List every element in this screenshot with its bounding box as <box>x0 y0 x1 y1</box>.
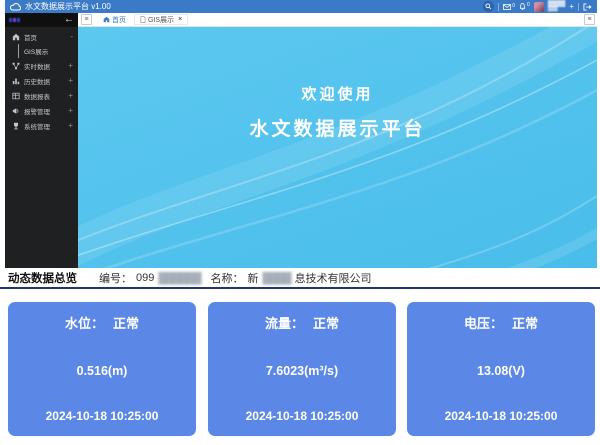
code-masked: ▓▓▓▓▓▓ <box>158 272 200 284</box>
card-value: 7.6023(m³/s) <box>266 364 338 378</box>
sidebar-item-label: 数据报表 <box>24 91 64 101</box>
app-title: 水文数据展示平台 v1.00 <box>25 1 111 12</box>
share-nodes-icon <box>12 62 20 70</box>
card-value: 13.08(V) <box>477 364 525 378</box>
welcome-line1: 欢迎使用 <box>78 83 597 104</box>
expand-toggle: + <box>68 122 73 130</box>
welcome-line2: 水文数据展示平台 <box>78 114 597 141</box>
code-prefix: 099 <box>136 272 154 284</box>
welcome-panel: 欢迎使用 水文数据展示平台 <box>78 27 597 268</box>
topbar-actions: 0 0 ▓▓▓▓ ▓▓▓ + <box>483 1 592 13</box>
search-icon[interactable] <box>483 1 494 12</box>
status-badge: 正常 <box>512 316 538 331</box>
name-suffix: 息技术有限公司 <box>295 270 372 286</box>
card-title: 电压： 正常 <box>464 313 538 332</box>
sidebar-item-realtime-data[interactable]: 实时数据 + <box>5 58 78 73</box>
sidebar-header-text <box>9 18 20 22</box>
top-bar: 水文数据展示平台 v1.00 0 0 ▓▓▓▓ ▓▓▓ + <box>5 0 597 13</box>
divider <box>578 3 579 11</box>
file-icon <box>140 16 146 23</box>
collapse-menu-icon[interactable]: ≡ <box>81 14 92 25</box>
sidebar-item-data-report[interactable]: 数据报表 + <box>5 88 78 103</box>
add-button[interactable]: + <box>569 3 574 11</box>
bar-chart-icon <box>12 77 20 85</box>
sidebar-item-label: 历史数据 <box>24 76 64 86</box>
mail-icon[interactable]: 0 <box>503 4 515 10</box>
card-title: 水位： 正常 <box>65 313 139 332</box>
card-timestamp: 2024-10-18 10:25:00 <box>46 409 159 423</box>
cloud-logo-icon <box>10 2 22 11</box>
home-icon <box>103 16 110 23</box>
name-label: 名称： <box>210 270 243 286</box>
status-badge: 正常 <box>313 316 339 331</box>
brand: 水文数据展示平台 v1.00 <box>10 1 111 12</box>
bell-badge: 0 <box>527 3 530 8</box>
tab-gis-label: GIS展示 <box>148 15 174 25</box>
tab-home-label: 首页 <box>112 15 126 25</box>
avatar[interactable] <box>534 2 544 12</box>
card-timestamp: 2024-10-18 10:25:00 <box>246 409 359 423</box>
section-divider <box>0 287 600 289</box>
table-icon <box>12 92 20 100</box>
dot <box>9 18 12 22</box>
mail-badge: 0 <box>512 4 515 9</box>
tab-gis[interactable]: GIS展示 × <box>134 14 188 25</box>
voltage-card[interactable]: 电压： 正常 13.08(V) 2024-10-18 10:25:00 <box>407 302 595 436</box>
expand-toggle: + <box>68 62 73 70</box>
bullhorn-icon <box>12 107 20 115</box>
status-badge: 正常 <box>113 316 139 331</box>
sidebar-subitem-gis[interactable]: GIS展示 <box>5 44 78 58</box>
card-label: 水位： <box>65 316 104 331</box>
back-arrow-icon[interactable]: ← <box>64 15 74 25</box>
dot <box>17 18 20 22</box>
info-bar: 动态数据总览 编号： 099 ▓▓▓▓▓▓ 名称：新 ▓▓▓▓ 息技术有限公司 <box>0 268 600 287</box>
sidebar-item-label: 报警管理 <box>24 106 64 116</box>
divider <box>498 3 499 11</box>
name-masked: ▓▓▓▓ <box>262 272 290 284</box>
app-window: 水文数据展示平台 v1.00 0 0 ▓▓▓▓ ▓▓▓ + <box>0 0 600 445</box>
user-name[interactable]: ▓▓▓▓ ▓▓▓ <box>548 1 566 13</box>
card-value: 0.516(m) <box>77 364 128 378</box>
water-level-card[interactable]: 水位： 正常 0.516(m) 2024-10-18 10:25:00 <box>8 302 196 436</box>
sidebar-item-history-data[interactable]: 历史数据 + <box>5 73 78 88</box>
expand-toggle: + <box>68 77 73 85</box>
section-title: 动态数据总览 <box>8 270 77 286</box>
tabs: 首页 GIS展示 × <box>97 14 584 25</box>
collapse-toggle: - <box>70 33 73 41</box>
sidebar-item-alarm-management[interactable]: 报警管理 + <box>5 103 78 118</box>
logout-icon[interactable] <box>583 3 592 11</box>
card-label: 流量： <box>265 316 304 331</box>
sidebar-item-label: 系统管理 <box>24 121 64 131</box>
expand-toggle: + <box>68 92 73 100</box>
card-timestamp: 2024-10-18 10:25:00 <box>445 409 558 423</box>
flow-card[interactable]: 流量： 正常 7.6023(m³/s) 2024-10-18 10:25:00 <box>208 302 396 436</box>
name-prefix: 新 <box>247 270 258 286</box>
trophy-icon <box>12 122 20 130</box>
card-title: 流量： 正常 <box>265 313 339 332</box>
sidebar-item-system-management[interactable]: 系统管理 + <box>5 118 78 133</box>
tab-strip: ← ≡ 首页 GIS展示 × ≡ <box>5 13 597 27</box>
close-icon[interactable]: × <box>178 16 182 23</box>
sidebar-item-home[interactable]: 首页 - <box>5 29 78 44</box>
dot <box>13 18 16 22</box>
sidebar-item-label: 首页 <box>24 32 66 42</box>
bell-icon[interactable]: 0 <box>519 3 530 11</box>
expand-toggle: + <box>68 107 73 115</box>
sidebar-header: ← <box>5 13 78 27</box>
code-label: 编号： <box>99 270 132 286</box>
welcome-message: 欢迎使用 水文数据展示平台 <box>78 27 597 141</box>
tab-list-icon[interactable]: ≡ <box>584 14 595 25</box>
sidebar-item-label: 实时数据 <box>24 61 64 71</box>
tab-home[interactable]: 首页 <box>97 14 132 25</box>
user-role-text: ▓▓▓ <box>548 7 566 12</box>
home-icon <box>12 33 20 41</box>
card-label: 电压： <box>464 316 503 331</box>
sidebar: 首页 - GIS展示 实时数据 + 历史数据 + 数据报表 + 报警管理 + <box>5 27 78 268</box>
sidebar-subitem-label: GIS展示 <box>24 46 48 56</box>
